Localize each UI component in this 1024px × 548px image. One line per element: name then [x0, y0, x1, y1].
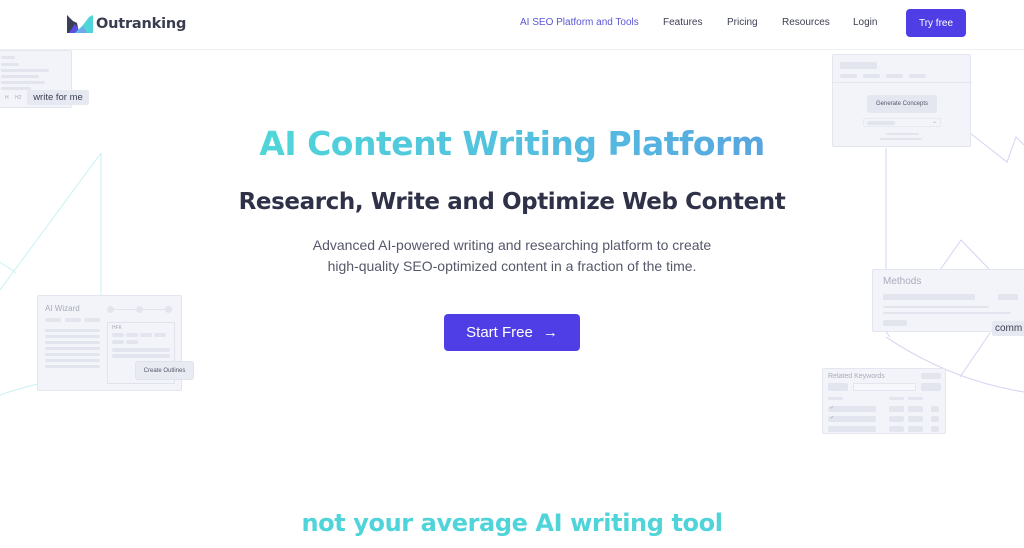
comm-chip: comm — [992, 321, 1024, 336]
placeholder-bar — [140, 333, 152, 337]
generate-concepts-card: Generate Concepts ⌄ — [832, 54, 972, 147]
placeholder-bar — [45, 365, 100, 368]
placeholder-bar — [908, 397, 923, 400]
logo-text: Outranking — [96, 16, 187, 32]
placeholder-bar — [883, 320, 907, 326]
site-header: Outranking AI SEO Platform and Tools Fea… — [0, 0, 1024, 50]
placeholder-bar — [65, 318, 81, 322]
methods-title: Methods — [883, 276, 922, 287]
generate-concepts-button: Generate Concepts — [867, 95, 937, 113]
nav-ai-seo-platform[interactable]: AI SEO Platform and Tools — [520, 17, 639, 28]
placeholder-bar — [112, 340, 124, 344]
step-dot — [107, 306, 114, 313]
placeholder-bar — [45, 329, 100, 332]
placeholder-bar — [889, 406, 904, 412]
placeholder-bar — [1, 75, 39, 78]
placeholder-bar — [45, 318, 61, 322]
placeholder-bar — [840, 74, 857, 78]
hero-description: Advanced AI-powered writing and research… — [262, 235, 762, 277]
placeholder-bar — [867, 121, 895, 125]
placeholder-bar — [889, 426, 904, 432]
hero-description-line-1: Advanced AI-powered writing and research… — [312, 237, 712, 253]
placeholder-bar — [908, 406, 923, 412]
placeholder-bar — [889, 416, 904, 422]
placeholder-bar — [909, 74, 926, 78]
placeholder-bar — [126, 340, 138, 344]
placeholder-bar — [1, 63, 19, 66]
keyword-search-input — [853, 383, 916, 391]
placeholder-bar — [883, 306, 989, 308]
step-line — [114, 309, 136, 310]
related-keywords-title: Related Keywords — [828, 373, 885, 380]
placeholder-bar — [883, 312, 1011, 314]
wizard-box-label: HFK — [112, 325, 122, 331]
write-for-me-chip: write for me — [27, 90, 89, 105]
nav-login[interactable]: Login — [853, 17, 877, 28]
placeholder-bar — [112, 333, 124, 337]
try-free-button[interactable]: Try free — [906, 9, 966, 37]
step-dot — [136, 306, 143, 313]
placeholder-bar — [1, 81, 45, 84]
placeholder-bar — [45, 347, 100, 350]
divider — [833, 82, 972, 83]
placeholder-bar — [908, 426, 923, 432]
placeholder-bar — [112, 354, 170, 358]
ai-wizard-title: AI Wizard — [45, 304, 80, 313]
placeholder-bar — [1, 87, 31, 90]
placeholder-bar — [931, 426, 939, 432]
dropdown-select: ⌄ — [863, 118, 941, 127]
placeholder-bar — [908, 416, 923, 422]
related-keywords-card: Related Keywords ✓ ✓ — [822, 368, 946, 434]
placeholder-bar — [921, 383, 941, 391]
placeholder-bar — [45, 359, 100, 362]
hero-description-line-2: high-quality SEO-optimized content in a … — [327, 258, 697, 274]
placeholder-bar — [45, 335, 100, 338]
placeholder-bar — [886, 74, 903, 78]
step-line — [143, 309, 165, 310]
heading2-toolbar-icon: H2 — [15, 95, 22, 101]
checkmark-icon: ✓ — [830, 405, 835, 411]
placeholder-bar — [112, 348, 170, 352]
keyword-row-bar — [828, 406, 876, 412]
placeholder-bar — [828, 383, 848, 391]
start-free-button[interactable]: Start Free → — [444, 314, 580, 351]
placeholder-bar — [1, 56, 15, 59]
create-outlines-button: Create Outlines — [135, 361, 194, 380]
placeholder-bar — [998, 294, 1018, 300]
placeholder-bar — [883, 294, 975, 300]
placeholder-bar — [886, 133, 919, 135]
section-tagline: not your average AI writing tool — [301, 509, 723, 537]
chevron-down-icon: ⌄ — [931, 119, 937, 125]
placeholder-bar — [45, 353, 100, 356]
placeholder-bar — [84, 318, 100, 322]
nav-features[interactable]: Features — [663, 17, 702, 28]
start-free-label: Start Free — [466, 324, 533, 341]
keyword-row-bar — [828, 426, 876, 432]
placeholder-bar — [154, 333, 166, 337]
placeholder-bar — [1, 69, 49, 72]
placeholder-bar — [931, 416, 939, 422]
arrow-right-icon: → — [542, 324, 558, 341]
logo[interactable]: Outranking — [67, 13, 186, 35]
nav-pricing[interactable]: Pricing — [727, 17, 758, 28]
placeholder-bar — [126, 333, 138, 337]
placeholder-bar — [863, 74, 880, 78]
hero-subtitle: Research, Write and Optimize Web Content — [238, 189, 786, 215]
heading-toolbar-icon: H — [5, 95, 9, 101]
placeholder-bar — [931, 406, 939, 412]
placeholder-bar — [921, 373, 941, 379]
checkmark-icon: ✓ — [830, 415, 835, 421]
nav-resources[interactable]: Resources — [782, 17, 830, 28]
step-dot — [165, 306, 172, 313]
placeholder-bar — [889, 397, 904, 400]
keyword-row-bar — [828, 416, 876, 422]
placeholder-bar — [828, 397, 843, 400]
placeholder-bar — [880, 138, 922, 140]
outranking-logo-icon — [67, 15, 93, 33]
placeholder-bar — [840, 62, 877, 69]
placeholder-bar — [45, 341, 100, 344]
